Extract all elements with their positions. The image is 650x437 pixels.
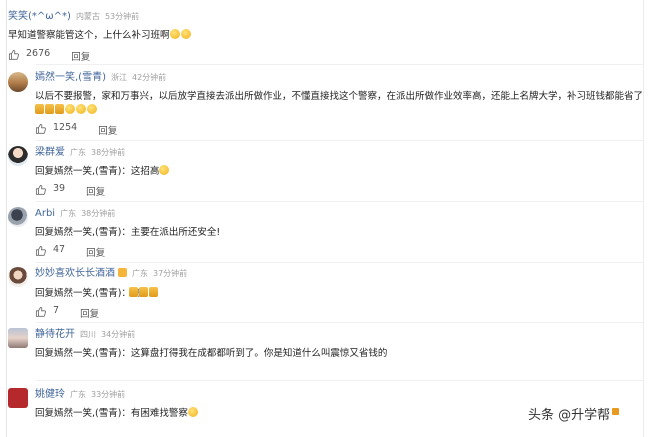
- comment-meta: 嫣然一笑,(雪青) 浙江 42分钟前: [35, 72, 166, 84]
- comment-time: 53分钟前: [104, 12, 140, 21]
- reply-button[interactable]: 回复: [86, 248, 105, 259]
- reply-button[interactable]: 回复: [71, 52, 90, 63]
- thumbs-up-icon: [35, 123, 46, 134]
- avatar[interactable]: [8, 267, 28, 287]
- thumbs-up-emoji-icon: [149, 287, 158, 297]
- comment-author[interactable]: 妙妙喜欢长长酒酒: [35, 268, 115, 279]
- like-count: 39: [53, 183, 66, 194]
- comment-author[interactable]: 笑笑(*^ω^*): [8, 11, 71, 22]
- frame-left-border: [6, 0, 7, 437]
- avatar[interactable]: [8, 328, 28, 348]
- comment-location: 四川: [80, 330, 96, 339]
- avatar[interactable]: [8, 207, 28, 227]
- member-badge-icon: [118, 268, 127, 277]
- thumbs-up-emoji-icon: [139, 287, 148, 297]
- comment-location: 广东: [132, 269, 148, 278]
- like-button[interactable]: 2676: [8, 48, 50, 60]
- comment-actions: 7 回复: [35, 305, 99, 321]
- frame-right-border: [643, 0, 644, 437]
- like-button[interactable]: 39: [35, 183, 65, 195]
- comment-location: 浙江: [110, 73, 127, 82]
- comment-time: 42分钟前: [131, 73, 167, 82]
- thumbs-up-emoji-icon: [35, 104, 44, 114]
- comment-author[interactable]: 梁群爱: [35, 147, 65, 158]
- comment-time: 37分钟前: [153, 269, 188, 278]
- comment-author[interactable]: 嫣然一笑,(雪青): [35, 72, 106, 83]
- comment-time: 34分钟前: [101, 330, 136, 339]
- comment-meta: 姚健玲 广东 33分钟前: [35, 389, 125, 401]
- laugh-emoji-icon: [87, 104, 97, 114]
- thumbs-up-emoji-icon: [129, 287, 138, 297]
- like-count: 1254: [53, 122, 78, 133]
- thumbs-up-emoji-icon: [55, 104, 64, 114]
- comment-text: 回复嫣然一笑,(雪青)：这招高: [35, 165, 170, 178]
- comment-location: 内蒙古: [75, 12, 100, 21]
- comment-divider: [36, 322, 643, 323]
- comment-divider: [36, 262, 643, 263]
- comment-actions: 1254 回复: [35, 122, 117, 138]
- comment-text: 回复嫣然一笑,(雪青)：有困难找警察: [35, 407, 199, 420]
- comment-text: 以后不要报警，家和万事兴，以后放学直接去派出所做作业，不懂直接找这个警察，在派出…: [35, 91, 644, 102]
- comment-text: 回复嫣然一笑,(雪青)：主要在派出所还安全!: [35, 227, 221, 238]
- avatar[interactable]: [8, 146, 28, 166]
- comment-time: 33分钟前: [91, 390, 126, 399]
- like-count: 2676: [26, 48, 51, 59]
- comment-text: 回复嫣然一笑,(雪青)：高: [35, 288, 141, 299]
- comment-text: 早知道警察能管这个，上什么补习班啊: [8, 29, 192, 42]
- comment-meta: 梁群爱 广东 38分钟前: [35, 147, 125, 159]
- like-button[interactable]: 1254: [35, 122, 77, 134]
- laugh-emoji-icon: [180, 29, 191, 39]
- comment-meta: 妙妙喜欢长长酒酒 广东 37分钟前: [35, 268, 187, 280]
- reply-button[interactable]: 回复: [80, 309, 99, 320]
- laugh-emoji-icon: [169, 29, 180, 39]
- comment-meta: 笑笑(*^ω^*) 内蒙古 53分钟前: [8, 11, 139, 23]
- comment-actions: 47 回复: [35, 244, 105, 260]
- watermark: 头条 @升学帮: [528, 404, 620, 423]
- comment-text: 回复嫣然一笑,(雪青)：这算盘打得我在成都都听到了。你是知道什么叫震惊又省钱的: [35, 348, 388, 359]
- thumbs-up-icon: [35, 184, 46, 195]
- comment-location: 广东: [70, 390, 86, 399]
- avatar[interactable]: [8, 388, 28, 408]
- comment-actions: 39 回复: [35, 183, 105, 199]
- comment-location: 广东: [60, 209, 77, 218]
- thumbs-up-emoji-icon: [45, 104, 54, 114]
- comment-divider: [36, 201, 643, 202]
- comment-divider: [36, 64, 643, 65]
- thumbs-up-icon: [35, 245, 46, 256]
- emoji-row: [129, 287, 159, 300]
- reply-button[interactable]: 回复: [86, 187, 105, 198]
- comment-meta: 静待花开 四川 34分钟前: [35, 329, 135, 341]
- laugh-emoji-icon: [65, 104, 75, 114]
- thumbs-up-icon: [35, 306, 46, 317]
- emoji-row: [35, 104, 98, 117]
- comment-author[interactable]: Arbi: [35, 208, 55, 219]
- like-count: 47: [53, 244, 66, 255]
- comment-divider: [36, 140, 643, 141]
- comment-meta: Arbi 广东 38分钟前: [35, 208, 115, 220]
- laugh-emoji-icon: [159, 165, 170, 175]
- like-count: 7: [53, 305, 60, 316]
- comment-author[interactable]: 静待花开: [35, 329, 75, 340]
- comment-divider: [36, 380, 643, 381]
- comment-time: 38分钟前: [91, 148, 126, 157]
- laugh-emoji-icon: [76, 104, 86, 114]
- avatar[interactable]: [8, 72, 28, 92]
- reply-button[interactable]: 回复: [98, 126, 117, 137]
- laugh-emoji-icon: [187, 407, 198, 417]
- comment-time: 38分钟前: [81, 209, 116, 218]
- like-button[interactable]: 47: [35, 244, 65, 256]
- like-button[interactable]: 7: [35, 305, 59, 317]
- comment-author[interactable]: 姚健玲: [35, 389, 65, 400]
- comment-actions: 2676 回复: [8, 48, 90, 64]
- watermark-badge-icon: [612, 408, 620, 415]
- thumbs-up-icon: [8, 49, 19, 60]
- comment-location: 广东: [70, 148, 86, 157]
